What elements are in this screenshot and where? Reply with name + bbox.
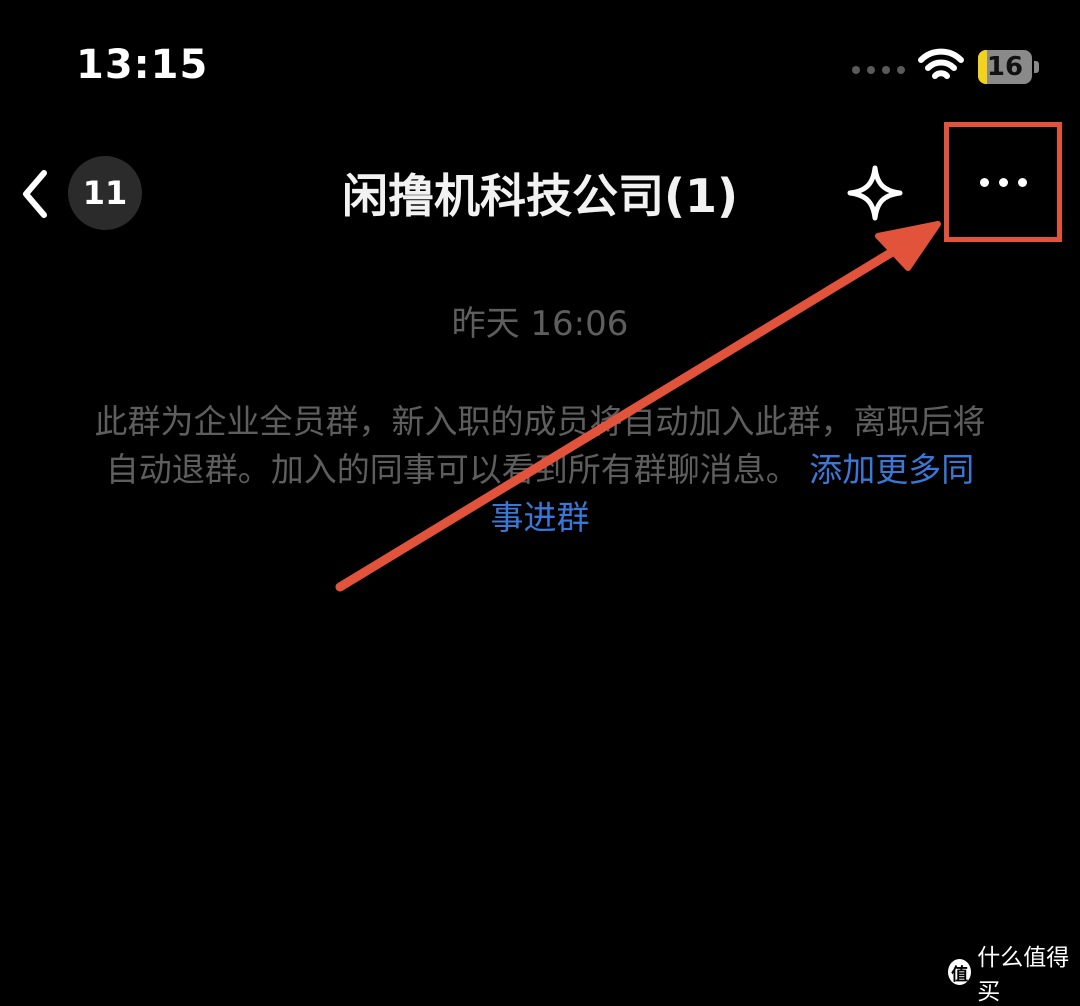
unread-count-badge[interactable]: 11 bbox=[68, 156, 142, 230]
battery-icon: 16 bbox=[978, 50, 1040, 84]
signal-dots-icon bbox=[852, 66, 905, 74]
sparkle-icon[interactable] bbox=[846, 164, 904, 222]
group-system-notice: 此群为企业全员群，新入职的成员将自动加入此群，离职后将自动退群。加入的同事可以看… bbox=[90, 398, 990, 542]
wifi-icon bbox=[918, 48, 964, 79]
watermark: 值 什么值得买 bbox=[948, 938, 1080, 1006]
more-options-button[interactable] bbox=[944, 122, 1062, 242]
back-button[interactable] bbox=[18, 164, 58, 224]
chevron-left-icon bbox=[23, 170, 47, 218]
more-dots-icon bbox=[979, 177, 1027, 187]
status-time: 13:15 bbox=[76, 42, 209, 88]
chat-title: 闲撸机科技公司(1) bbox=[341, 169, 739, 223]
message-timestamp: 昨天 16:06 bbox=[451, 304, 629, 344]
battery-level: 16 bbox=[986, 52, 1024, 82]
watermark-logo: 值 bbox=[948, 959, 972, 985]
watermark-text: 什么值得买 bbox=[977, 945, 1070, 1005]
